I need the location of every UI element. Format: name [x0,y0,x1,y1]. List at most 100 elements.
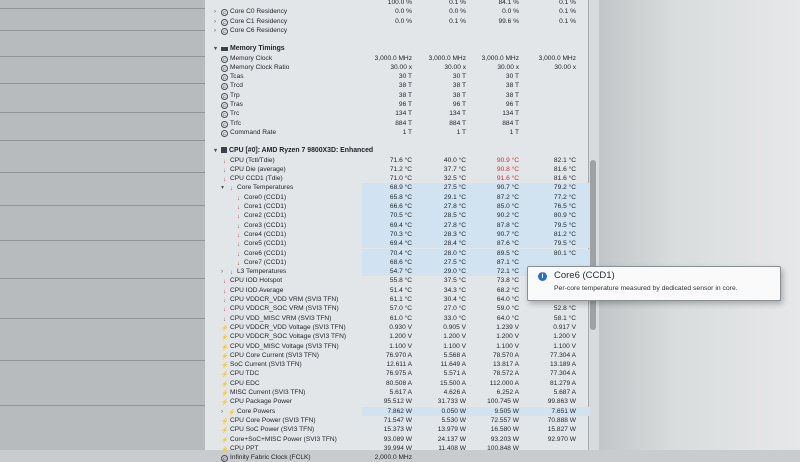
sensor-row[interactable]: C Trp 38 T 38 T 38 T [212,91,592,100]
sensor-name: › C Core C6 Residency [214,26,287,36]
current-value: 2,000.0 MHz [374,454,412,462]
average-value: 76.5 °C [553,203,576,210]
sensor-row[interactable]: › C Core C0 Residency 0.0 % 0.0 % 0.0 % 0.1 % [212,7,592,17]
maximum-value: 3,000.0 MHz [481,54,519,62]
minimum-value: 96 T [452,101,466,108]
maximum-value: 1.200 V [496,333,519,341]
sensor-row[interactable]: C Command Rate 1 T 1 T 1 T [212,128,592,137]
sensor-name: C Trcd [214,81,243,91]
sensor-name: C Memory Clock [214,54,272,63]
sensor-row[interactable]: ↓ CPU VDDCR_SOC VRM (SVI3 TFN) 57.0 °C 27.0… [212,304,592,313]
average-value: 81.6 °C [553,175,576,183]
minimum-value: 1 T [456,128,466,136]
sensor-row[interactable]: ⚡ CPU Package Power 95.512 W 31.733 W 100.74… [212,397,592,406]
maximum-value: 9.505 W [494,407,519,415]
section-header[interactable]: ▾ CPU [#0]: AMD Ryzen 7 9800X3D: Enhanced [212,146,592,155]
maximum-value: 100.848 W [487,444,519,452]
sensor-row[interactable]: ⚡ CPU VDD_MISC Voltage (SVI3 TFN) 1.100 V1… [212,342,592,351]
sensor-row[interactable]: ↓ Core2 (CCD1) 70.5 °C 28.5 °C 90.2 °C 80.9 °… [212,211,592,221]
maximum-value: 1.239 V [496,323,519,331]
sensor-row[interactable]: ⚡ CPU PPT 39.994 W 11.408 W 100.848 W [212,444,592,453]
sensor-label: Command Rate [230,128,277,136]
sensor-row[interactable]: C Memory Clock 3,000.0 MHz 3,000.0 MHz 3,000… [212,54,592,63]
clock-icon: C [221,102,228,109]
sensor-row[interactable]: › C Core C6 Residency [212,26,592,35]
sensor-row[interactable]: ⚡ CPU SoC Power (SVI3 TFN) 15.373 W 13.979 … [212,425,592,434]
current-value: 15.373 W [383,426,412,434]
sensor-row[interactable]: ⚡ CPU Core Current (SVI3 TFN) 76.970 A 5.56… [212,351,592,360]
sensor-row[interactable]: C Trc 134 T 134 T 134 T [212,109,592,119]
sensor-row[interactable]: ↓ CPU (Tctl/Tdie) 71.6 °C 40.0 °C 90.9 °C 82.… [212,156,592,165]
sensor-row[interactable]: ↓ CPU CCD1 (Tdie) 71.0 °C 32.5 °C 91.6 °C 81.… [212,174,592,183]
average-value: 3,000.0 MHz [538,54,576,62]
sensor-row[interactable]: › C Core C1 Residency 0.0 % 0.1 % 99.6 % 0.1 % [212,17,592,26]
current-value: 884 T [395,119,412,127]
sensor-row[interactable]: ↓ Core1 (CCD1) 66.6 °C 27.8 °C 85.0 °C 76.5 °… [212,202,592,212]
sensor-row[interactable]: C Tras 96 T 96 T 96 T [212,100,592,109]
sensor-name: C Infinity Fabric Clock (FCLK) [214,453,311,462]
current-value: 61.0 °C [389,314,412,322]
sensor-label: Memory Timings [230,45,285,53]
sensor-row[interactable]: ⚡ CPU TDC 76.975 A 5.571 A 78.572 A 77.304 A [212,369,592,378]
sensor-label: Core0 (CCD1) [244,193,287,201]
sensor-label: CPU IOD Average [230,286,284,294]
left-pane-divider [0,240,205,241]
sensor-row[interactable]: ↓ Core4 (CCD1) 70.3 °C 28.3 °C 90.7 °C 81.2 °… [212,229,592,240]
sensor-label: CPU VDD_MISC Voltage (SVI3 TFN) [230,342,339,350]
sensor-row[interactable]: ⚡ CPU VDDCR_SOC Voltage (SVI3 TFN) 1.200 V… [212,332,592,341]
clock-icon: C [221,129,228,137]
sensor-row[interactable]: ⚡ Core+SoC+MISC Power (SVI3 TFN) 93.089 W2… [212,435,592,444]
average-value: 82.1 °C [553,156,576,164]
section-header[interactable]: ▾ Memory Timings [212,44,592,53]
sensor-label: CPU CCD1 (Tdie) [230,175,283,183]
expand-chevron-icon[interactable]: › [214,27,221,36]
sensor-row[interactable]: › ⚡ Core Powers 7.862 W 0.050 W 9.505 W 7.651 … [212,406,592,416]
sensor-row[interactable]: ⚡ SoC Current (SVI3 TFN) 12.611 A 11.649 A1… [212,360,592,369]
current-value: 71.6 °C [389,156,412,164]
sensor-label: CPU (Tctl/Tdie) [230,156,275,164]
current-value: 30.00 x [390,63,412,71]
sensor-row[interactable]: ↓ Core0 (CCD1) 65.8 °C 29.1 °C 87.2 °C 77.2 °… [212,192,592,202]
sensor-label: CPU Core Current (SVI3 TFN) [230,351,319,359]
average-value: 0.1 % [559,17,576,25]
sensor-row[interactable]: ⚡ CPU VDDCR_VDD Voltage (SVI3 TFN) 0.930 V… [212,323,592,332]
sensor-row[interactable]: C Memory Clock Ratio 30.00 x 30.00 x 30.00 x… [212,63,592,72]
sensor-row[interactable]: ↓ CPU Die (average) 71.2 °C 37.7 °C 90.8 °C 8… [212,165,592,174]
sensor-row[interactable]: C Trfc 884 T 884 T 884 T [212,119,592,128]
sensor-row[interactable]: 100.0 % 0.1 % 84.1 % 0.1 % [212,0,592,7]
maximum-value: 112.000 A [489,379,519,387]
average-value: 77.304 A [549,370,576,378]
sensor-row[interactable]: C Trcd 38 T 38 T 38 T [212,81,592,91]
sensor-row[interactable]: ↓ Core6 (CCD1) 70.4 °C 28.0 °C 89.5 °C 80.1 °… [212,248,592,258]
sensor-label: CPU VDDCR_SOC VRM (SVI3 TFN) [230,305,339,313]
tooltip-description: Per-core temperature measured by dedicat… [554,285,738,292]
current-value: 80.508 A [385,379,412,387]
sensor-row[interactable]: ⚡ MISC Current (SVI3 TFN) 5.617 A 4.626 A 6.… [212,388,592,397]
sensor-row[interactable]: ↓ Core5 (CCD1) 69.4 °C 28.4 °C 87.6 °C 79.5 °… [212,239,592,249]
minimum-value: 15.500 A [439,379,466,387]
average-value: 77.304 A [549,351,576,359]
maximum-value: 16.580 W [490,426,519,434]
sensor-row[interactable]: ↓ CPU VDD_MISC VRM (SVI3 TFN) 61.0 °C 33.0 … [212,314,592,323]
minimum-value: 27.8 °C [443,203,466,210]
sensor-row[interactable]: ⚡ CPU EDC 80.508 A 15.500 A 112.000 A 81.279 … [212,379,592,388]
sensor-label: CPU VDDCR_VDD Voltage (SVI3 TFN) [230,323,346,331]
current-value: 70.5 °C [389,212,412,220]
current-value: 93.089 W [383,435,412,443]
sensor-row[interactable]: C Tcas 30 T 30 T 30 T [212,72,592,82]
minimum-value: 1.200 V [443,333,466,341]
average-value: 0.1 % [559,0,576,6]
sensor-label: Core1 (CCD1) [244,203,287,210]
current-value: 96 T [398,101,412,108]
average-value: 30.00 x [554,63,576,71]
minimum-value: 30.4 °C [443,296,466,303]
current-value: 1.200 V [389,333,412,341]
sensor-row[interactable]: ⚡ CPU Core Power (SVI3 TFN) 71.547 W 5.530 … [212,416,592,425]
minimum-value: 27.0 °C [443,305,466,313]
tooltip-title: Core6 (CCD1) [554,270,615,281]
current-value: 39.994 W [383,444,412,452]
maximum-value: 91.6 °C [496,175,519,183]
sensor-row[interactable]: ↓ Core3 (CCD1) 69.4 °C 27.8 °C 87.8 °C 79.5 °… [212,220,592,230]
sensor-row[interactable]: C Infinity Fabric Clock (FCLK) 2,000.0 MHz [212,453,592,462]
sensor-row[interactable]: ▾ ↓ Core Temperatures 68.9 °C 27.5 °C 90.7 °C… [212,183,592,193]
